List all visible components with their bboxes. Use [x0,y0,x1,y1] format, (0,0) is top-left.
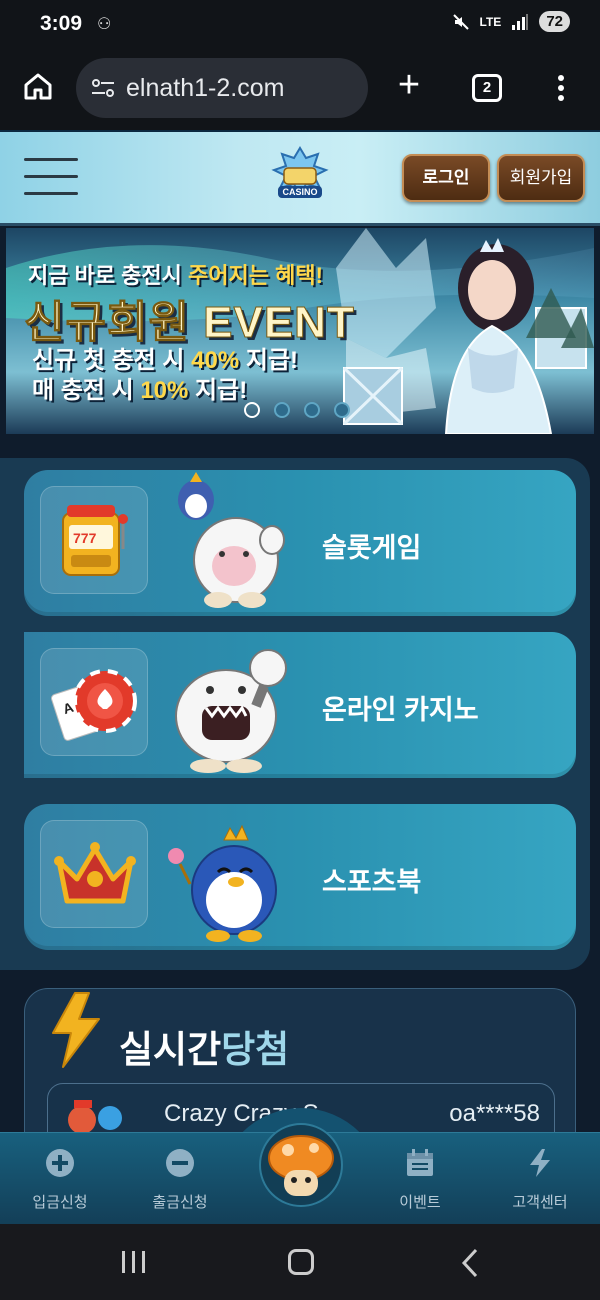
login-button[interactable]: 로그인 [402,154,490,202]
mushroom-mascot-icon[interactable] [258,1122,344,1208]
status-right: LTE 72 [452,11,570,32]
banner-offer-every: 매 충전 시 10% 지급! [32,377,248,404]
carousel-dot[interactable] [334,402,350,418]
game-category-panel: 777 슬롯게임 A 온라인 카지노 스포츠북 [0,458,590,970]
signup-button[interactable]: 회원가입 [497,154,585,202]
lightning-icon [52,992,100,1068]
sportsbook-card[interactable]: 스포츠북 [24,804,576,950]
carousel-dot[interactable] [304,402,320,418]
overflow-menu-icon[interactable] [552,72,570,104]
calendar-icon [407,1149,433,1176]
game-label: 온라인 카지노 [322,695,479,725]
plus-circle-icon [46,1149,74,1177]
casino-chip-cards-icon: A [51,669,137,741]
nav-label: 이벤트 [399,1194,441,1211]
carousel-dot[interactable] [274,402,290,418]
site-logo[interactable]: CASINO [268,146,332,208]
android-nav-bar [0,1224,600,1300]
incognito-icon: ⚇ [97,16,112,33]
game-icon-box [40,820,148,928]
minus-circle-icon [166,1149,194,1177]
recent-apps-icon[interactable] [120,1250,148,1274]
nav-deposit[interactable]: 입금신청 [0,1133,120,1225]
game-label: 슬롯게임 [322,533,422,563]
status-bar: 3:09 ⚇ LTE 72 [0,0,600,48]
carousel-dots [244,402,350,418]
crown-icon [54,842,136,904]
nav-label: 출금신청 [152,1194,208,1211]
back-icon[interactable] [460,1248,480,1278]
status-time: 3:09 [40,12,83,35]
battery-level: 72 [539,11,570,32]
page: 3:09 ⚇ LTE 72 elnath1-2.com + 2 CASINO 로… [0,0,600,1300]
site-settings-icon[interactable] [90,76,116,100]
home-icon[interactable] [22,70,54,102]
site-header: CASINO 로그인 회원가입 [0,130,600,226]
logo-text: CASINO [282,187,318,197]
penguin-mascot [168,824,277,942]
slot-machine-icon: 777 [62,505,128,576]
game-icon-box: A [40,648,148,756]
slot-game-card[interactable]: 777 슬롯게임 [24,470,576,616]
live-wins-title: 실시간당첨 [119,1029,290,1070]
url-text: elnath1-2.com [126,73,285,102]
new-tab-button[interactable]: + [392,66,426,104]
lightning-icon [530,1149,550,1177]
yeti-mascot [175,649,287,773]
mute-icon [452,13,469,30]
network-label: LTE [479,14,502,29]
win-username: oa****58 [449,1100,540,1127]
nav-label: 고객센터 [512,1194,568,1211]
penguin-yeti-mascot [178,472,285,608]
promo-banner[interactable]: 지금 바로 충전시 주어지는 혜택! 신규회원 EVENT 신규 첫 충전 시 … [6,228,594,434]
online-casino-card[interactable]: A 온라인 카지노 [24,632,576,778]
game-icon-box: 777 [40,486,148,594]
android-home-icon[interactable] [288,1249,314,1275]
browser-toolbar: elnath1-2.com + 2 [0,48,600,130]
signal-icon [512,13,529,30]
carousel-dot[interactable] [244,402,260,418]
hamburger-menu-icon[interactable] [24,158,78,198]
nav-label: 입금신청 [32,1194,88,1211]
game-thumbnail [68,1100,122,1134]
nav-events[interactable]: 이벤트 [360,1133,480,1225]
nav-support[interactable]: 고객센터 [480,1133,600,1225]
svg-text:777: 777 [73,530,97,546]
tab-switcher-button[interactable]: 2 [472,74,502,102]
nav-withdraw[interactable]: 출금신청 [120,1133,240,1225]
game-label: 스포츠북 [322,867,422,897]
address-bar[interactable]: elnath1-2.com [76,58,368,118]
